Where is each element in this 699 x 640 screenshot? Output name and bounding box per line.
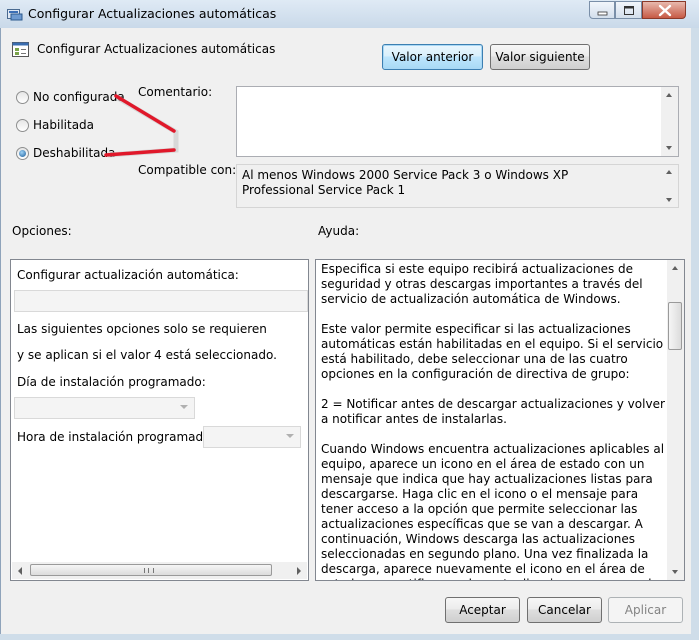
install-time-dropdown[interactable]: [203, 426, 301, 448]
help-label: Ayuda:: [318, 224, 360, 238]
chevron-down-icon: [286, 434, 294, 438]
ok-button[interactable]: Aceptar: [445, 597, 520, 623]
chevron-down-icon: [180, 405, 188, 409]
options-hscrollbar[interactable]: [12, 562, 307, 579]
help-paragraph: 2 = Notificar antes de descargar actuali…: [321, 397, 665, 426]
install-day-label: Día de instalación programado:: [17, 375, 206, 389]
scroll-down-icon: [666, 146, 672, 150]
install-time-label: Hora de instalación programada:: [17, 430, 215, 444]
apply-button[interactable]: Aplicar: [608, 597, 683, 623]
help-paragraph: Cuando Windows encuentra actualizaciones…: [321, 442, 667, 580]
comment-scrollbar[interactable]: [661, 87, 678, 156]
scroll-up-icon: [666, 170, 672, 174]
scroll-thumb[interactable]: [668, 302, 682, 350]
comment-label: Comentario:: [138, 85, 213, 99]
configure-update-label: Configurar actualización automática:: [17, 268, 239, 282]
scroll-up-icon: [666, 93, 672, 97]
help-text: Especifica si este equipo recibirá actua…: [321, 262, 671, 580]
note-line-2: y se aplican si el valor 4 está seleccio…: [17, 348, 277, 362]
supported-on-text: Al menos Windows 2000 Service Pack 3 o W…: [242, 168, 569, 197]
options-panel: Configurar actualización automática: Las…: [10, 259, 309, 581]
comment-textbox[interactable]: [236, 86, 679, 157]
configure-update-dropdown[interactable]: [14, 290, 308, 312]
options-label: Opciones:: [12, 224, 72, 238]
help-scrollbar[interactable]: [667, 260, 684, 580]
supported-on-label: Compatible con:: [138, 163, 237, 177]
install-day-dropdown[interactable]: [14, 397, 195, 419]
help-paragraph: Especifica si este equipo recibirá actua…: [321, 262, 643, 306]
supported-scrollbar[interactable]: [661, 165, 678, 207]
scroll-down-icon: [666, 198, 672, 202]
note-line-1: Las siguientes opciones solo se requiere…: [17, 322, 267, 336]
cancel-button[interactable]: Cancelar: [527, 597, 602, 623]
scroll-left-icon: [18, 567, 22, 575]
scroll-down-icon: [672, 570, 678, 574]
help-panel: Especifica si este equipo recibirá actua…: [315, 259, 685, 581]
supported-on-box: Al menos Windows 2000 Service Pack 3 o W…: [236, 164, 679, 208]
help-paragraph: Este valor permite especificar si las ac…: [321, 322, 664, 381]
scroll-thumb[interactable]: [30, 564, 272, 576]
scroll-right-icon: [297, 567, 301, 575]
scroll-up-icon: [672, 266, 678, 270]
